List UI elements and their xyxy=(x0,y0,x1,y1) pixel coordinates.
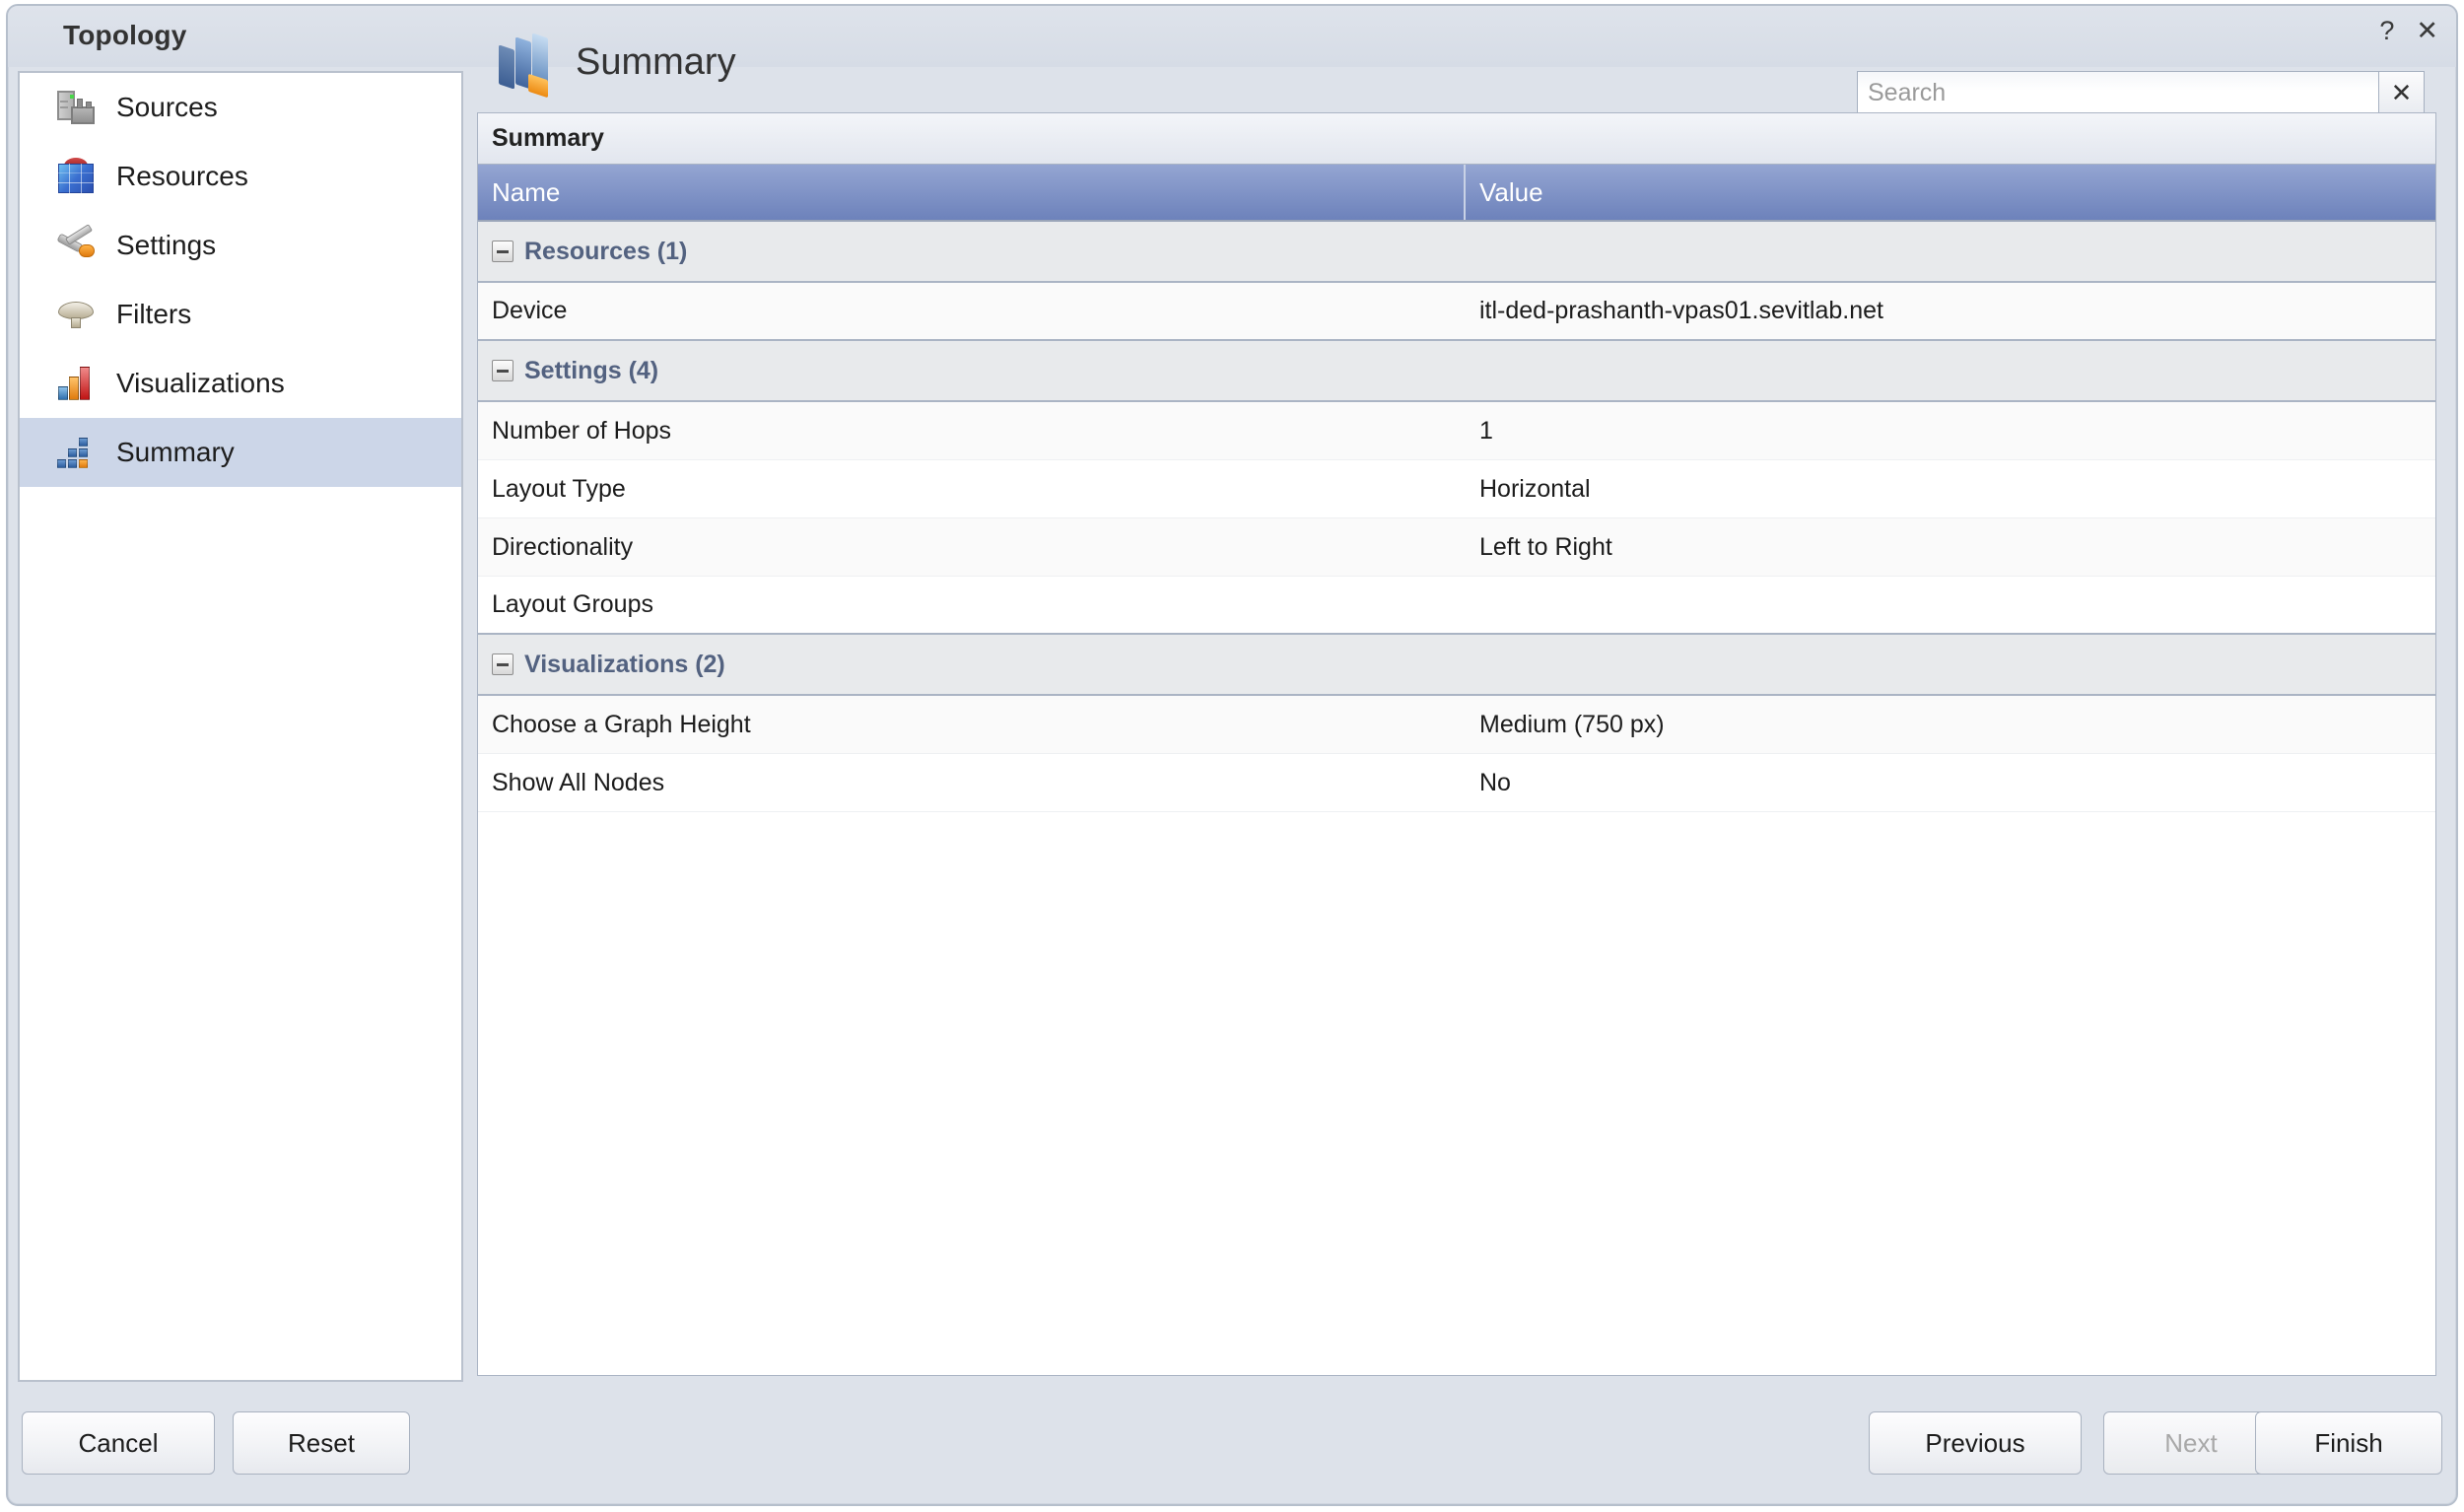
group-header-settings[interactable]: Settings (4) xyxy=(478,341,2435,402)
sidebar-item-filters[interactable]: Filters xyxy=(20,280,461,349)
topology-shards-icon xyxy=(497,33,554,99)
search-input[interactable] xyxy=(1857,71,2379,114)
wizard-sidebar: Sources Resources Settings Filters Visua… xyxy=(18,71,463,1382)
cell-value: Medium (750 px) xyxy=(1479,710,1665,738)
tools-icon xyxy=(55,224,97,266)
page-title: Summary xyxy=(576,41,736,83)
page-header: Summary ✕ xyxy=(477,20,2446,114)
group-label: Visualizations (2) xyxy=(524,650,725,678)
sidebar-item-sources[interactable]: Sources xyxy=(20,73,461,142)
next-button: Next xyxy=(2103,1411,2279,1475)
sidebar-item-label: Settings xyxy=(116,230,217,260)
summary-table: Summary Name Value Resources (1) Device … xyxy=(477,112,2436,1376)
topology-dialog: Topology ? ✕ Sources Resources Settings … xyxy=(6,4,2458,1506)
cell-name: Device xyxy=(492,297,568,324)
table-row[interactable]: Show All Nodes No xyxy=(478,754,2435,812)
cell-value: 1 xyxy=(1479,416,1493,445)
cell-name: Choose a Graph Height xyxy=(492,710,751,738)
sidebar-item-label: Resources xyxy=(116,161,248,191)
table-row[interactable]: Device itl-ded-prashanth-vpas01.sevitlab… xyxy=(478,283,2435,341)
sidebar-item-label: Sources xyxy=(116,92,218,122)
wizard-content: Summary ✕ Summary Name Value Resources (… xyxy=(477,20,2446,1376)
search-box: ✕ xyxy=(1857,71,2425,114)
table-row[interactable]: Choose a Graph Height Medium (750 px) xyxy=(478,696,2435,754)
group-label: Resources (1) xyxy=(524,237,688,265)
sidebar-item-label: Summary xyxy=(116,437,235,467)
cell-name: Layout Type xyxy=(492,474,626,503)
table-header-row: Name Value xyxy=(478,165,2435,222)
table-row[interactable]: Layout Type Horizontal xyxy=(478,460,2435,518)
finish-button[interactable]: Finish xyxy=(2255,1411,2442,1475)
bar-chart-icon xyxy=(55,363,97,404)
table-row[interactable]: Layout Groups xyxy=(478,577,2435,635)
sidebar-item-label: Visualizations xyxy=(116,368,285,398)
cell-name: Layout Groups xyxy=(492,590,653,618)
cell-value: itl-ded-prashanth-vpas01.sevitlab.net xyxy=(1479,297,1883,324)
collapse-icon[interactable] xyxy=(492,653,513,675)
cell-name: Directionality xyxy=(492,532,634,561)
sidebar-item-visualizations[interactable]: Visualizations xyxy=(20,349,461,418)
table-caption: Summary xyxy=(478,113,2435,165)
cell-name: Number of Hops xyxy=(492,416,672,445)
column-header-name[interactable]: Name xyxy=(478,165,1466,220)
group-header-resources[interactable]: Resources (1) xyxy=(478,222,2435,283)
previous-button[interactable]: Previous xyxy=(1869,1411,2082,1475)
dialog-footer: Cancel Reset Previous Next Finish xyxy=(8,1388,2456,1504)
cell-value: Left to Right xyxy=(1479,532,1612,561)
group-label: Settings (4) xyxy=(524,356,659,384)
table-row[interactable]: Directionality Left to Right xyxy=(478,518,2435,577)
server-factory-icon xyxy=(55,87,97,128)
sidebar-item-resources[interactable]: Resources xyxy=(20,142,461,211)
cancel-button[interactable]: Cancel xyxy=(22,1411,215,1475)
cube-icon xyxy=(55,156,97,197)
cell-value: Horizontal xyxy=(1479,474,1591,503)
reset-button[interactable]: Reset xyxy=(233,1411,410,1475)
search-clear-icon[interactable]: ✕ xyxy=(2379,71,2425,114)
funnel-icon xyxy=(55,294,97,335)
sidebar-item-summary[interactable]: Summary xyxy=(20,418,461,487)
cell-name: Show All Nodes xyxy=(492,768,665,796)
sidebar-item-settings[interactable]: Settings xyxy=(20,211,461,280)
summary-blocks-icon xyxy=(55,432,97,473)
dialog-title: Topology xyxy=(63,20,187,50)
cell-value: No xyxy=(1479,768,1511,796)
group-header-visualizations[interactable]: Visualizations (2) xyxy=(478,635,2435,696)
sidebar-item-label: Filters xyxy=(116,299,192,329)
column-header-value[interactable]: Value xyxy=(1466,165,2435,220)
collapse-icon[interactable] xyxy=(492,360,513,381)
table-row[interactable]: Number of Hops 1 xyxy=(478,402,2435,460)
collapse-icon[interactable] xyxy=(492,241,513,262)
